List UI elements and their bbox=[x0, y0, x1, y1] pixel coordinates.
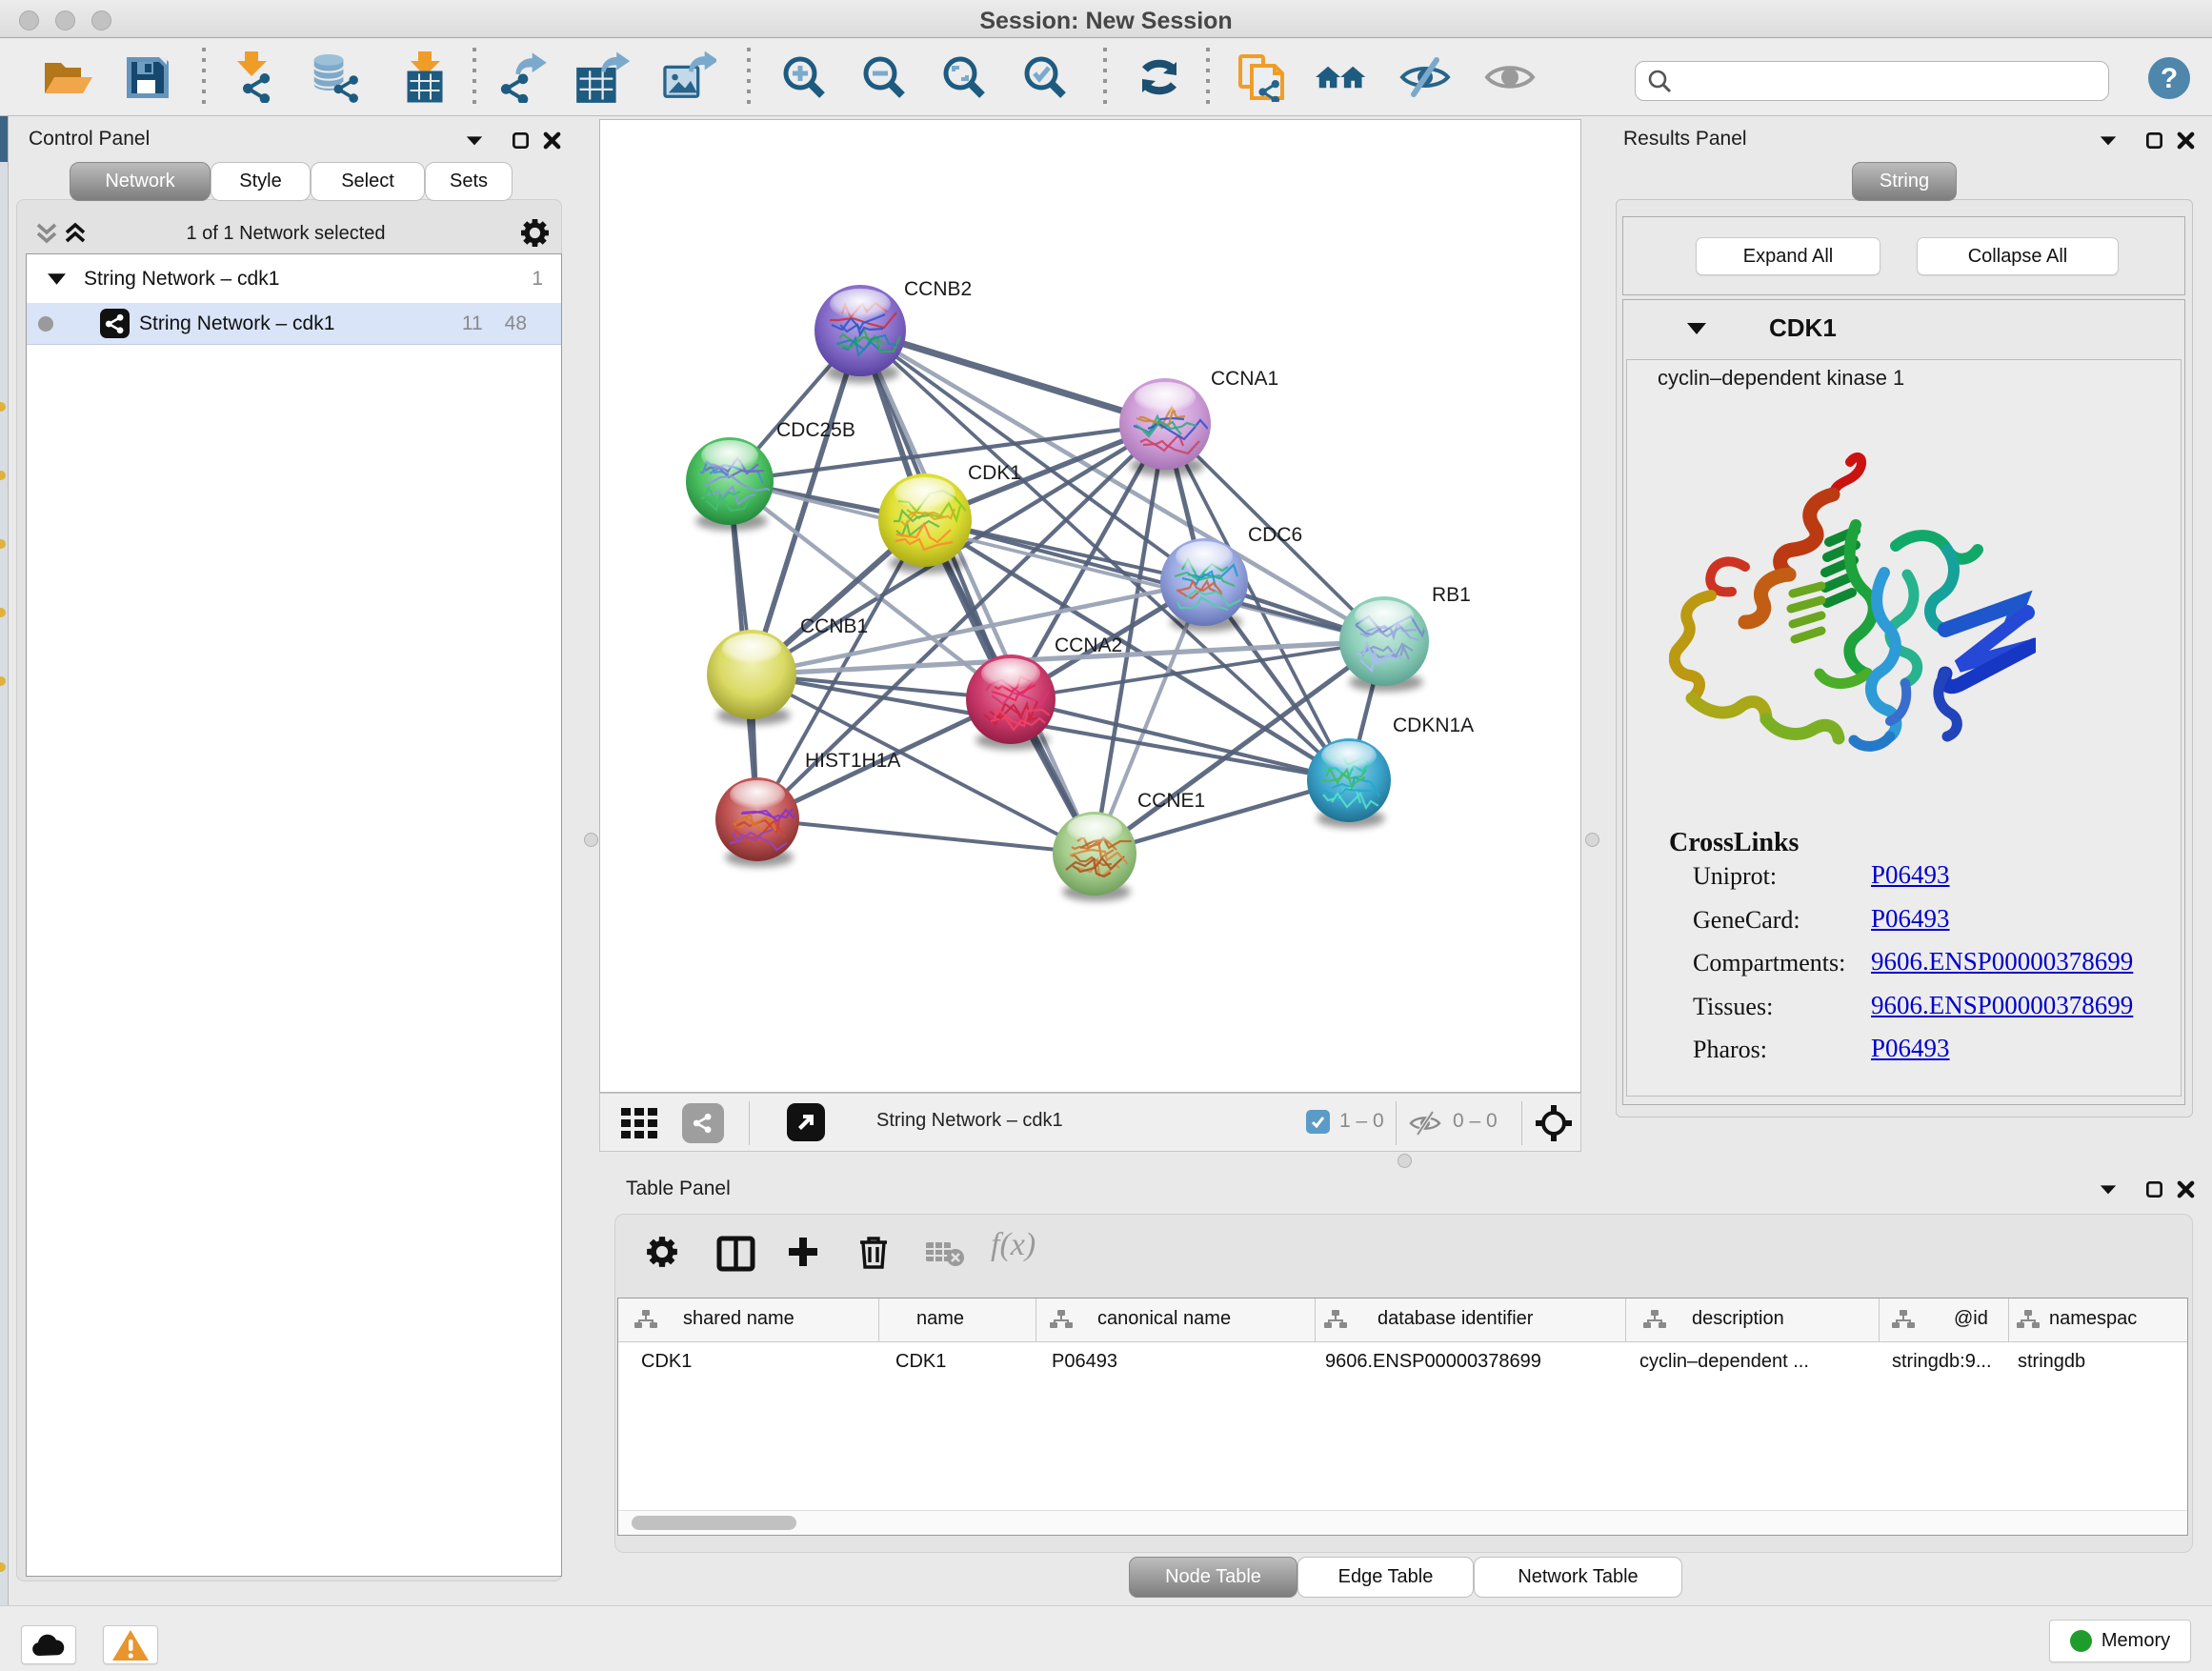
svg-text:CDC6: CDC6 bbox=[1248, 524, 1302, 546]
svg-text:?: ? bbox=[2161, 63, 2178, 94]
svg-text:HIST1H1A: HIST1H1A bbox=[805, 750, 900, 772]
svg-text:CDC25B: CDC25B bbox=[776, 419, 855, 441]
svg-text:CCNA2: CCNA2 bbox=[1055, 634, 1122, 656]
svg-text:CDK1: CDK1 bbox=[968, 462, 1021, 484]
svg-text:CCNB1: CCNB1 bbox=[800, 615, 868, 637]
svg-text:CDKN1A: CDKN1A bbox=[1393, 715, 1474, 736]
svg-text:CCNB2: CCNB2 bbox=[904, 278, 972, 300]
svg-text:RB1: RB1 bbox=[1432, 584, 1471, 606]
svg-text:CCNA1: CCNA1 bbox=[1211, 368, 1278, 390]
svg-text:CCNE1: CCNE1 bbox=[1137, 790, 1205, 812]
